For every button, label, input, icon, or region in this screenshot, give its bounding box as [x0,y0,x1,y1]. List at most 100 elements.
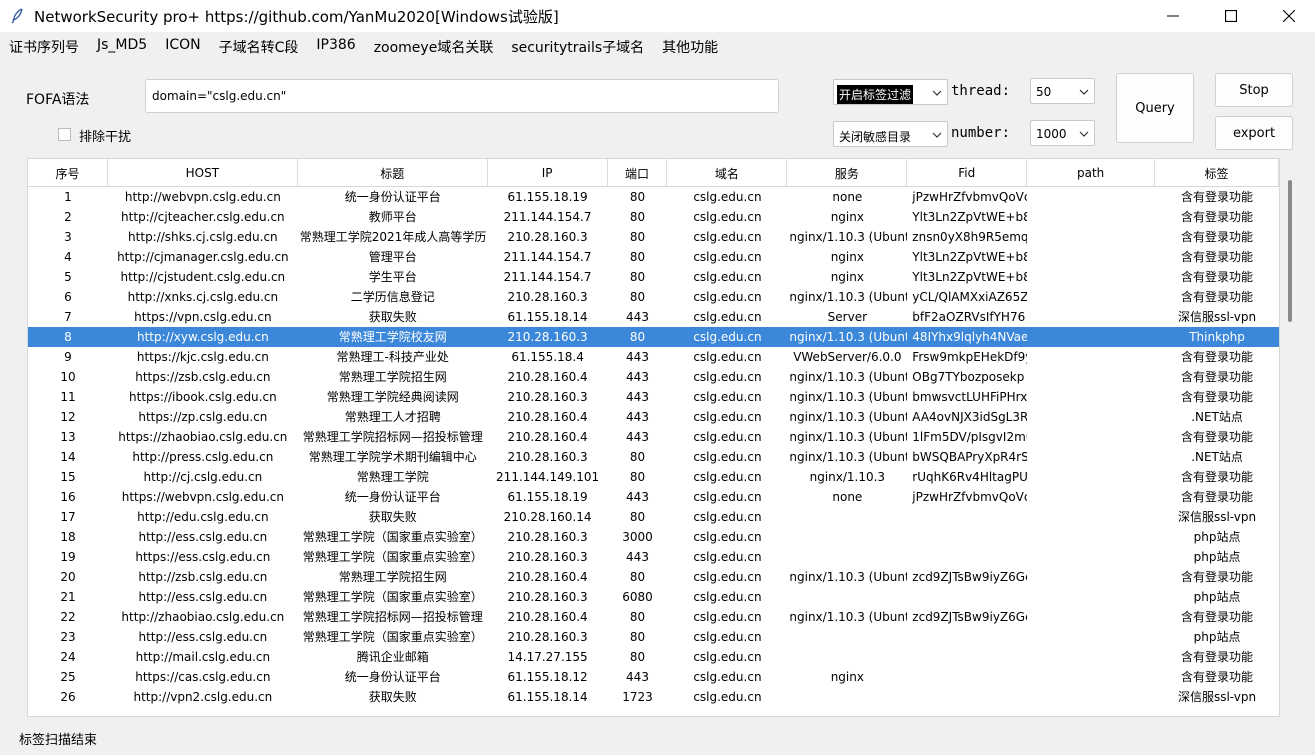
cell-service: nginx/1.10.3 (Ubunt [789,330,908,344]
table-row[interactable]: 14 http://press.cslg.edu.cn 常熟理工学院学术期刊编辑中心… [28,447,1279,467]
cell-host: http://cjteacher.cslg.edu.cn [121,210,285,224]
cell-path [1027,467,1155,487]
table-row[interactable]: 13 https://zhaobiao.cslg.edu.cn 常熟理工学院招标网—… [28,427,1279,447]
table-row[interactable]: 15 http://cj.cslg.edu.cn 常熟理工学院 211.144.149… [28,467,1279,487]
tag-filter-select[interactable]: 开启标签过滤 [833,79,948,105]
cell-path [1027,527,1155,547]
cell-fid [907,627,1027,647]
header-col-index[interactable]: 序号 [28,159,108,187]
cell-index: 25 [60,670,76,684]
cell-ip: 210.28.160.14 [503,510,592,524]
header-col-title[interactable]: 标题 [298,159,488,187]
chevron-down-icon [1079,89,1089,95]
menu-securitytrails[interactable]: securitytrails子域名 [502,34,653,58]
header-col-service[interactable]: 服务 [787,159,908,187]
cell-fid [907,667,1027,687]
fofa-query-input[interactable]: domain="cslg.edu.cn" [145,79,779,113]
menu-ip386[interactable]: IP386 [307,34,364,58]
table-row[interactable]: 18 http://ess.cslg.edu.cn 常熟理工学院（国家重点实验室） 2… [28,527,1279,547]
sensitive-dir-value: 关闭敏感目录 [839,130,912,144]
minimize-icon [1167,15,1179,17]
table-row[interactable]: 19 https://ess.cslg.edu.cn 常熟理工学院（国家重点实验室）… [28,547,1279,567]
cell-host: http://vpn2.cslg.edu.cn [133,690,273,704]
menu-zoomeye[interactable]: zoomeye域名关联 [365,34,503,58]
minimize-button[interactable] [1150,0,1196,32]
table-row[interactable]: 4 http://cjmanager.cslg.edu.cn 管理平台 211.144… [28,247,1279,267]
header-col-tag[interactable]: 标签 [1155,159,1279,187]
table-row[interactable]: 6 http://xnks.cj.cslg.edu.cn 二学历信息登记 210.28… [28,287,1279,307]
menu-subdomain-c-segment[interactable]: 子域名转C段 [210,34,308,58]
table-row[interactable]: 2 http://cjteacher.cslg.edu.cn 教师平台 211.144… [28,207,1279,227]
table-row[interactable]: 12 https://zp.cslg.edu.cn 常熟理工人才招聘 210.28.1… [28,407,1279,427]
header-col-port[interactable]: 端口 [608,159,668,187]
cell-port: 80 [629,270,646,284]
cell-service: none [832,190,863,204]
cell-ip: 61.155.18.12 [507,670,588,684]
cell-index: 2 [64,210,72,224]
table-row[interactable]: 21 http://ess.cslg.edu.cn 常熟理工学院（国家重点实验室） 2… [28,587,1279,607]
table-row[interactable]: 7 https://vpn.cslg.edu.cn 获取失败 61.155.18.14… [28,307,1279,327]
thread-select[interactable]: 50 [1030,78,1095,104]
table-row[interactable]: 3 http://shks.cj.cslg.edu.cn 常熟理工学院2021年成人… [28,227,1279,247]
menu-cert-serial[interactable]: 证书序列号 [0,34,88,58]
sensitive-dir-select[interactable]: 关闭敏感目录 [833,121,948,147]
query-button[interactable]: Query [1116,73,1194,143]
header-col-domain[interactable]: 域名 [667,159,788,187]
cell-title: 常熟理工学院招标网—招投标管理 [302,610,483,624]
header-col-path[interactable]: path [1027,159,1156,187]
header-col-host[interactable]: HOST [108,159,298,187]
table-row[interactable]: 16 https://webvpn.cslg.edu.cn 统一身份认证平台 61.1… [28,487,1279,507]
cell-host: http://cjmanager.cslg.edu.cn [117,250,289,264]
cell-tag: 含有登录功能 [1181,610,1254,624]
cell-tag: php站点 [1193,590,1241,604]
table-row[interactable]: 17 http://edu.cslg.edu.cn 获取失败 210.28.160.1… [28,507,1279,527]
cell-ip: 210.28.160.3 [507,590,588,604]
exclude-checkbox[interactable] [58,128,71,141]
menu-other[interactable]: 其他功能 [653,34,727,58]
cell-service: nginx [830,670,864,684]
maximize-button[interactable] [1208,0,1254,32]
cell-service: nginx/1.10.3 (Ubunt [789,390,908,404]
cell-path [1027,247,1155,267]
cell-port: 443 [626,430,649,444]
cell-fid: Frsw9mkpEHekDf9y [912,350,1028,364]
cell-path [1027,327,1155,347]
cell-index: 1 [64,190,72,204]
cell-path [1027,307,1155,327]
table-row[interactable]: 26 http://vpn2.cslg.edu.cn 获取失败 61.155.18.1… [28,687,1279,707]
table-row[interactable]: 1 http://webvpn.cslg.edu.cn 统一身份认证平台 61.155… [28,187,1279,207]
vertical-scrollbar[interactable] [1284,158,1298,717]
cell-tag: 含有登录功能 [1181,570,1254,584]
cell-domain: cslg.edu.cn [693,570,762,584]
table-row[interactable]: 25 https://cas.cslg.edu.cn 统一身份认证平台 61.155.… [28,667,1279,687]
table-row[interactable]: 22 http://zhaobiao.cslg.edu.cn 常熟理工学院招标网—招… [28,607,1279,627]
cell-domain: cslg.edu.cn [693,610,762,624]
cell-tag: .NET站点 [1191,410,1243,424]
table-row[interactable]: 20 http://zsb.cslg.edu.cn 常熟理工学院招生网 210.28.… [28,567,1279,587]
cell-host: https://zsb.cslg.edu.cn [135,370,271,384]
table-row[interactable]: 9 https://kjc.cslg.edu.cn 常熟理工-科技产业处 61.155… [28,347,1279,367]
table-row[interactable]: 8 http://xyw.cslg.edu.cn 常熟理工学院校友网 210.28.1… [28,327,1279,347]
cell-path [1027,567,1155,587]
number-select[interactable]: 1000 [1030,120,1095,146]
cell-index: 3 [64,230,72,244]
menu-js-md5[interactable]: Js_MD5 [88,34,156,58]
status-text: 标签扫描结束 [19,733,98,748]
cell-path [1027,447,1155,467]
cell-index: 5 [64,270,72,284]
stop-button[interactable]: Stop [1215,73,1293,107]
header-col-ip[interactable]: IP [488,159,608,187]
cell-host: http://press.cslg.edu.cn [132,450,274,464]
menu-icon[interactable]: ICON [156,34,209,58]
table-row[interactable]: 23 http://ess.cslg.edu.cn 常熟理工学院（国家重点实验室） 2… [28,627,1279,647]
number-value: 1000 [1036,127,1067,141]
cell-tag: 含有登录功能 [1181,350,1254,364]
header-col-fid[interactable]: Fid [907,159,1028,187]
table-row[interactable]: 5 http://cjstudent.cslg.edu.cn 学生平台 211.144… [28,267,1279,287]
table-row[interactable]: 24 http://mail.cslg.edu.cn 腾讯企业邮箱 14.17.27.… [28,647,1279,667]
scroll-thumb[interactable] [1288,180,1292,322]
table-row[interactable]: 10 https://zsb.cslg.edu.cn 常熟理工学院招生网 210.28… [28,367,1279,387]
table-row[interactable]: 11 https://ibook.cslg.edu.cn 常熟理工学院经典阅读网 21… [28,387,1279,407]
close-button[interactable] [1266,0,1312,32]
export-button[interactable]: export [1215,116,1293,150]
